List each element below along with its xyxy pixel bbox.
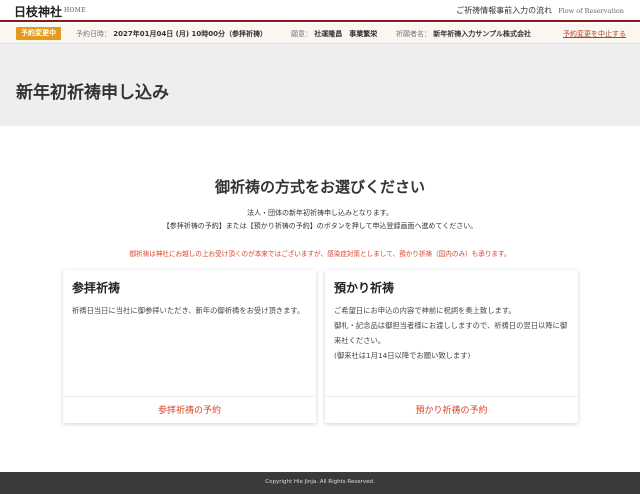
flow-label: ご祈祷情報事前入力の流れ	[456, 6, 553, 15]
reservation-datetime: 予約日時： 2027年01月04日 (月) 10時00分（参拝祈祷）	[76, 29, 267, 39]
section-title: 御祈祷の方式をお選びください	[214, 178, 425, 196]
wish-value: 社運隆昌 事業繁栄	[314, 30, 378, 38]
azukari-card-title: 預かり祈祷	[334, 281, 395, 295]
home-link[interactable]: HOME	[64, 7, 86, 14]
applicant-value: 新年祈祷入力サンプル株式会社	[433, 30, 532, 38]
page-title-band: 新年初祈祷申し込み	[0, 44, 640, 126]
notice-text: 御祈祷は神社にお越しの上お受け頂くのが本来ではございますが、感染症対策としまして…	[129, 250, 511, 258]
card-divider	[325, 396, 578, 397]
site-footer: Copyright Hie Jinja. All Rights Reserved…	[0, 472, 640, 494]
sanpai-card-body: 祈祷日当日に当社に御参拝いただき、新年の御祈祷をお受け頂きます。	[72, 303, 309, 318]
copyright-text: Copyright Hie Jinja. All Rights Reserved…	[265, 479, 375, 485]
reservation-wish: 願意： 社運隆昌 事業繁栄	[291, 29, 377, 39]
azukari-card-text-1: ご希望日にお申込の内容で神前に祝詞を奏上致します。	[334, 306, 516, 315]
sanpai-card-title: 参拝祈祷	[72, 281, 121, 295]
site-logo[interactable]: 日枝神社	[14, 3, 62, 20]
sanpai-card: 参拝祈祷 祈祷日当日に当社に御参拝いただき、新年の御祈祷をお受け頂きます。 参拝…	[63, 270, 316, 423]
datetime-value: 2027年01月04日 (月) 10時00分（参拝祈祷）	[113, 30, 267, 38]
reservation-applicant: 祈願者名： 新年祈祷入力サンプル株式会社	[396, 29, 531, 39]
wish-label: 願意：	[291, 30, 312, 38]
sanpai-reserve-button[interactable]: 参拝祈祷の予約	[63, 403, 316, 416]
flow-of-reservation-link[interactable]: ご祈祷情報事前入力の流れ Flow of Reservation	[456, 5, 624, 16]
status-badge: 予約変更中	[16, 27, 61, 40]
datetime-label: 予約日時：	[76, 30, 111, 38]
azukari-reserve-button[interactable]: 預かり祈祷の予約	[325, 403, 578, 416]
card-divider	[63, 396, 316, 397]
flow-label-en: Flow of Reservation	[558, 7, 624, 15]
sanpai-card-text: 祈祷日当日に当社に御参拝いただき、新年の御祈祷をお受け頂きます。	[72, 306, 305, 315]
azukari-card-text-3: (御来社は1月14日以降でお願い致します)	[334, 351, 471, 360]
azukari-card-body: ご希望日にお申込の内容で神前に祝詞を奏上致します。 御札・記念品は御担当者様にお…	[334, 303, 571, 363]
description-line-1: 法人・団体の新年初祈祷申し込みとなります。	[246, 209, 394, 217]
reservation-info-bar: 予約変更中 予約日時： 2027年01月04日 (月) 10時00分（参拝祈祷）…	[0, 24, 640, 44]
azukari-card-text-2: 御札・記念品は御担当者様にお渡ししますので、祈祷日の翌日以降に御来社ください。	[334, 321, 568, 345]
site-header: 日枝神社 HOME ご祈祷情報事前入力の流れ Flow of Reservatio…	[0, 0, 640, 22]
cancel-change-link[interactable]: 予約変更を中止する	[563, 29, 626, 39]
azukari-card: 預かり祈祷 ご希望日にお申込の内容で神前に祝詞を奏上致します。 御札・記念品は御…	[325, 270, 578, 423]
page-title: 新年初祈祷申し込み	[16, 83, 169, 103]
description-line-2: 【参拝祈祷の予約】または【預かり祈祷の予約】のボタンを押して申込登録画面へ進めて…	[162, 222, 478, 230]
applicant-label: 祈願者名：	[396, 30, 431, 38]
